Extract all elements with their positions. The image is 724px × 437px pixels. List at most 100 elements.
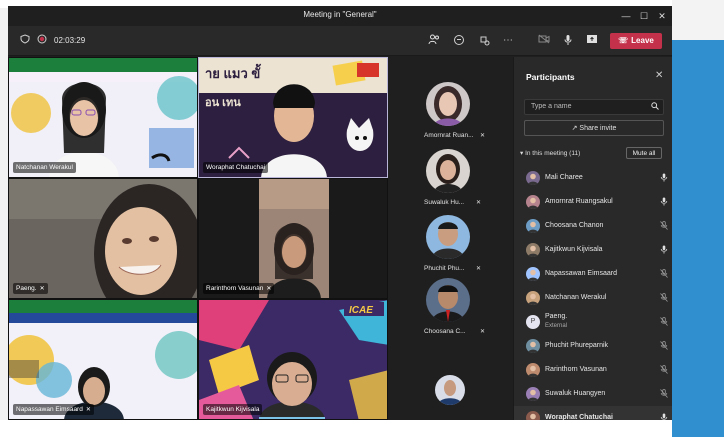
avatar: P <box>526 315 540 329</box>
strip-participant[interactable]: Phuchit Phu... ✕ <box>388 215 513 279</box>
participant-name: Natchanan Werakul <box>16 164 73 171</box>
window-title: Meeting in "General" <box>303 10 377 19</box>
participant-row[interactable]: Natchanan Werakul <box>514 286 672 310</box>
mic-muted-icon[interactable] <box>660 389 668 400</box>
minimize-icon[interactable]: — <box>620 10 632 22</box>
shield-icon[interactable] <box>18 34 32 48</box>
participant-row[interactable]: P Paeng. External <box>514 310 672 334</box>
participant-row[interactable]: Woraphat Chatuchai <box>514 406 672 420</box>
svg-text:าย แมว ขั้: าย แมว ขั้ <box>205 63 261 81</box>
participant-name: Amornrat Ruangsakul <box>545 198 613 205</box>
participant-row[interactable]: Phuchit Phureparnik <box>514 334 672 358</box>
video-feed-rarinthorn <box>199 179 387 298</box>
participant-row[interactable]: Suwaluk Huangyen <box>514 382 672 406</box>
avatar <box>526 267 540 281</box>
participant-subtitle: External <box>545 323 568 329</box>
avatar <box>435 375 465 405</box>
search-input[interactable] <box>531 103 641 110</box>
desktop-background-bottom <box>0 420 672 437</box>
mic-muted-icon[interactable] <box>660 317 668 328</box>
mic-muted-icon: ✕ <box>85 407 91 413</box>
mic-muted-icon[interactable] <box>660 293 668 304</box>
leave-label: Leave <box>631 36 654 45</box>
maximize-icon[interactable]: ☐ <box>638 10 650 22</box>
participant-row[interactable]: Kajitkwun Kijvisala <box>514 238 672 262</box>
in-meeting-section-header[interactable]: ▾ In this meeting (11) <box>520 149 580 157</box>
avatar <box>526 387 540 401</box>
avatar <box>426 82 470 126</box>
teams-meeting-window: Meeting in "General" — ☐ ✕ 02:03:29 ⋯ ☏ … <box>8 6 672 420</box>
participant-name: Woraphat Chatuchai <box>206 164 266 171</box>
close-icon[interactable]: ✕ <box>655 70 663 81</box>
strip-participant[interactable]: Choosana C... ✕ <box>388 278 513 342</box>
participant-nametag: Rarinthorn Vasunan ✕ <box>203 283 275 294</box>
mic-icon[interactable] <box>660 173 668 184</box>
participant-row[interactable]: Napassawan Eimsaard <box>514 262 672 286</box>
search-box[interactable] <box>524 99 664 115</box>
mic-muted-icon: ✕ <box>480 329 486 335</box>
mic-muted-icon[interactable] <box>660 341 668 352</box>
camera-icon[interactable] <box>537 34 551 48</box>
video-tile[interactable]: Rarinthorn Vasunan ✕ <box>198 178 388 299</box>
mic-muted-icon[interactable] <box>660 365 668 376</box>
more-icon[interactable]: ⋯ <box>501 34 515 48</box>
participant-name: Natchanan Werakul <box>545 294 607 301</box>
video-tile[interactable]: Napassawan Eimsaard ✕ <box>8 299 198 420</box>
avatar <box>526 243 540 257</box>
mic-icon[interactable] <box>660 413 668 420</box>
mic-muted-icon: ✕ <box>480 133 486 139</box>
mute-all-button[interactable]: Mute all <box>626 147 662 159</box>
participants-panel: Participants ✕ ↗ Share invite ▾ In this … <box>513 57 672 420</box>
phone-hangup-icon: ☏ <box>618 36 629 45</box>
mic-icon[interactable] <box>660 245 668 256</box>
participant-name: Phuchit Phureparnik <box>545 342 609 349</box>
section-label: In this meeting (11) <box>525 150 581 157</box>
people-icon[interactable] <box>427 34 441 48</box>
avatar <box>526 339 540 353</box>
chevron-down-icon: ▾ <box>520 150 524 157</box>
participant-row[interactable]: Mali Charee <box>514 166 672 190</box>
video-feed-woraphat: าย แมว ขั้ อน เทน <box>199 58 387 177</box>
svg-text:ICAE: ICAE <box>349 305 373 316</box>
react-icon[interactable] <box>477 34 491 48</box>
share-invite-label: Share invite <box>579 125 617 132</box>
participant-row[interactable]: Choosana Chanon <box>514 214 672 238</box>
meeting-toolbar: 02:03:29 ⋯ ☏ Leave <box>8 26 672 56</box>
strip-participant[interactable]: Suwaluk Hu... ✕ <box>388 149 513 213</box>
strip-participant[interactable]: Amornrat Ruan... ✕ <box>388 82 513 146</box>
svg-text:อน เทน: อน เทน <box>205 97 241 109</box>
meeting-timer: 02:03:29 <box>54 36 86 45</box>
participant-strip: Amornrat Ruan... ✕ Suwaluk Hu... ✕ Phuch… <box>388 57 513 420</box>
participant-name: Napassawan Eimsaard <box>16 406 83 413</box>
mic-muted-icon: ✕ <box>39 286 45 292</box>
strip-participant-name: Amornrat Ruan... <box>424 132 474 139</box>
video-tile[interactable]: Natchanan Werakul <box>8 57 198 178</box>
search-icon[interactable] <box>651 102 659 112</box>
mic-icon[interactable] <box>561 34 575 48</box>
mic-muted-icon: ✕ <box>476 266 482 272</box>
avatar <box>526 363 540 377</box>
strip-participant[interactable] <box>388 375 513 420</box>
chat-icon[interactable] <box>452 34 466 48</box>
leave-button[interactable]: ☏ Leave <box>610 33 662 49</box>
mic-muted-icon[interactable] <box>660 269 668 280</box>
participant-nametag: Kajitkwun Kijvisala <box>203 404 263 415</box>
participant-name: Mali Charee <box>545 174 583 181</box>
video-feed-napassawan <box>9 300 197 419</box>
mic-muted-icon: ✕ <box>266 286 272 292</box>
participant-name: Kajitkwun Kijvisala <box>206 406 260 413</box>
participant-row[interactable]: Amornrat Ruangsakul <box>514 190 672 214</box>
mic-icon[interactable] <box>660 197 668 208</box>
participant-row[interactable]: Rarinthorn Vasunan <box>514 358 672 382</box>
share-screen-icon[interactable] <box>585 34 599 48</box>
video-tile[interactable]: ICAE Kajitkwun Kijvisala <box>198 299 388 420</box>
video-feed-paeng <box>9 179 197 298</box>
share-invite-button[interactable]: ↗ Share invite <box>524 120 664 136</box>
panel-title: Participants <box>526 72 575 82</box>
video-tile[interactable]: Paeng. ✕ <box>8 178 198 299</box>
desktop-background-right-top <box>672 0 724 40</box>
participant-name: Choosana Chanon <box>545 222 604 229</box>
video-tile-active-speaker[interactable]: าย แมว ขั้ อน เทน Woraphat Chatuchai <box>198 57 388 178</box>
close-window-icon[interactable]: ✕ <box>656 10 668 22</box>
mic-muted-icon[interactable] <box>660 221 668 232</box>
